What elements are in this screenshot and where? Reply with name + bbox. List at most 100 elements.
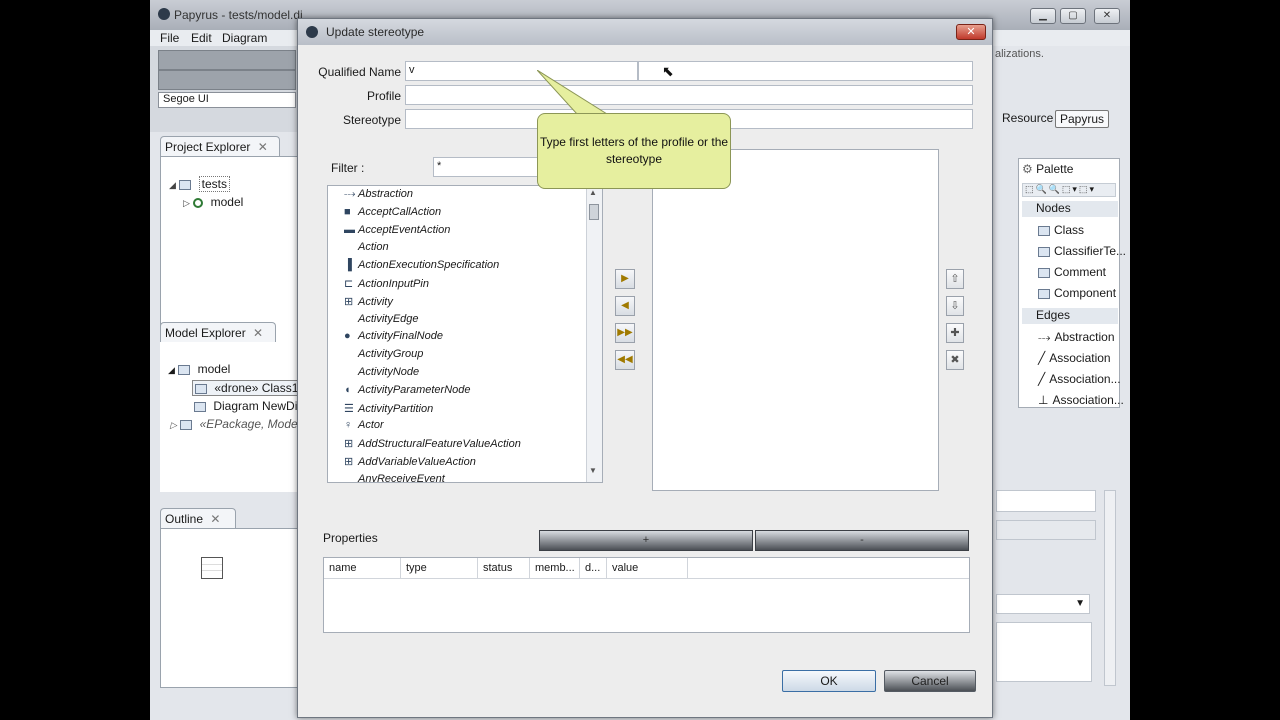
tree-item-epackage[interactable]: ▷ «EPackage, ModelLi <box>170 417 310 431</box>
hint-tooltip: Type first letters of the profile or the… <box>537 113 731 189</box>
tab-project-explorer[interactable]: Project Explorer ✕ <box>160 136 280 156</box>
column-header-value[interactable]: value <box>607 558 688 578</box>
add-selected-button[interactable]: ▶ <box>615 269 635 289</box>
collapse-arrow-icon[interactable]: ▷ <box>183 198 190 208</box>
list-scrollbar[interactable]: ▲ ▼ <box>586 186 602 482</box>
column-header-status[interactable]: status <box>478 558 530 578</box>
close-icon[interactable]: ✕ <box>253 326 263 340</box>
metaclass-icon: ● <box>344 330 351 343</box>
properties-table[interactable]: name type status memb... d... value <box>323 557 970 633</box>
palette-item-component[interactable]: Component <box>1038 286 1116 300</box>
close-icon[interactable]: ✕ <box>258 140 268 154</box>
font-combo[interactable]: Segoe UI <box>158 92 296 108</box>
list-item[interactable]: ⊞ AddStructuralFeatureValueAction <box>344 437 521 450</box>
background-hint-text: alizations. <box>995 48 1044 60</box>
selected-stereotypes-list[interactable] <box>652 149 939 491</box>
column-header-d[interactable]: d... <box>580 558 607 578</box>
list-item[interactable]: ⊏ ActionInputPin <box>344 277 429 290</box>
filter-label: Filter : <box>331 161 365 175</box>
scroll-up-arrow-icon[interactable]: ▲ <box>589 188 597 197</box>
ok-button[interactable]: OK <box>782 670 876 692</box>
list-item[interactable]: ● ActivityFinalNode <box>344 330 443 342</box>
tab-model-explorer[interactable]: Model Explorer ✕ <box>160 322 276 342</box>
perspective-resource[interactable]: Resource <box>998 110 1057 128</box>
list-item[interactable]: ⊞ AddVariableValueAction <box>344 455 476 468</box>
close-icon[interactable]: ✕ <box>210 512 220 526</box>
template-icon <box>1038 246 1050 257</box>
toolbar-row-2[interactable] <box>158 70 296 90</box>
minimize-button[interactable]: ▁ <box>1030 8 1056 24</box>
collapse-arrow-icon[interactable]: ▷ <box>170 420 177 430</box>
list-item[interactable]: ♀ Actor <box>344 419 384 431</box>
property-field-2[interactable] <box>996 520 1096 540</box>
dialog-close-button[interactable]: ✕ <box>956 24 986 40</box>
qualified-name-input-extension[interactable] <box>638 61 973 81</box>
list-item[interactable]: ▬ AcceptEventAction <box>344 224 450 236</box>
palette-item-classifier-template[interactable]: ClassifierTe... <box>1038 244 1126 258</box>
window-title: Papyrus - tests/model.di <box>174 8 303 22</box>
app-icon <box>158 8 170 20</box>
property-field-1[interactable] <box>996 490 1096 512</box>
remove-property-button[interactable]: - <box>755 530 969 551</box>
expand-arrow-icon[interactable]: ◢ <box>168 365 175 375</box>
dialog-title: Update stereotype <box>326 25 425 39</box>
list-item[interactable]: ◖ ActivityParameterNode <box>344 384 471 396</box>
scroll-thumb[interactable] <box>589 204 599 220</box>
menu-file[interactable]: File <box>160 31 179 45</box>
palette-item-association-3[interactable]: ⊥ Association... <box>1038 393 1124 407</box>
tree-item-class1[interactable]: «drone» Class1 <box>192 380 302 396</box>
profile-input[interactable] <box>405 85 973 105</box>
palette-item-association-2[interactable]: ╱ Association... <box>1038 372 1121 386</box>
list-item[interactable]: ⊞ Activity <box>344 295 393 308</box>
tree-item-model[interactable]: ▷ model <box>183 195 243 209</box>
remove-all-button[interactable]: ◀◀ <box>615 350 635 370</box>
create-button[interactable]: ✚ <box>946 323 964 343</box>
column-header-name[interactable]: name <box>324 558 401 578</box>
column-header-type[interactable]: type <box>401 558 478 578</box>
list-item-label: AddVariableValueAction <box>358 456 476 468</box>
list-item[interactable]: ActivityEdge <box>344 313 419 325</box>
list-item-label: ActivityNode <box>358 366 420 378</box>
add-property-button[interactable]: + <box>539 530 753 551</box>
list-item[interactable]: ▐ ActionExecutionSpecification <box>344 259 499 271</box>
remove-selected-button[interactable]: ◀ <box>615 296 635 316</box>
toolbar-row-1[interactable] <box>158 50 296 70</box>
perspective-papyrus[interactable]: Papyrus <box>1055 110 1110 128</box>
move-up-button[interactable]: ⇧ <box>946 269 964 289</box>
menu-edit[interactable]: Edit <box>191 31 212 45</box>
outline-thumbnail[interactable] <box>201 557 223 579</box>
palette-item-abstraction[interactable]: ⤏ Abstraction <box>1038 330 1115 345</box>
list-item[interactable]: ⤏ Abstraction <box>344 188 413 201</box>
palette-item-comment[interactable]: Comment <box>1038 265 1106 279</box>
metaclass-list[interactable]: AnyReceiveEvent ⊞ AddVariableValueAction ⊞ A… <box>327 185 603 483</box>
palette-drawer-edges[interactable]: Edges <box>1022 308 1118 324</box>
vertical-scrollbar[interactable] <box>1104 490 1116 686</box>
list-item[interactable]: AnyReceiveEvent <box>344 473 445 482</box>
palette-drawer-nodes[interactable]: Nodes <box>1022 201 1118 217</box>
tree-item-tests[interactable]: ◢ tests <box>169 176 230 192</box>
tree-item-model-root[interactable]: ◢ model <box>168 362 230 376</box>
property-combo[interactable]: ▼ <box>996 594 1090 614</box>
property-list[interactable] <box>996 622 1092 682</box>
list-item[interactable]: Action <box>344 241 389 253</box>
palette-toolbar[interactable]: ⬚🔍🔍⬚▾⬚▾ <box>1022 183 1116 197</box>
cancel-button[interactable]: Cancel <box>884 670 976 692</box>
column-header-members[interactable]: memb... <box>530 558 580 578</box>
expand-arrow-icon[interactable]: ◢ <box>169 180 176 190</box>
list-item[interactable]: ActivityNode <box>344 366 419 378</box>
palette-item-class[interactable]: Class <box>1038 223 1084 237</box>
scroll-down-arrow-icon[interactable]: ▼ <box>589 466 597 475</box>
delete-button[interactable]: ✖ <box>946 350 964 370</box>
add-all-button[interactable]: ▶▶ <box>615 323 635 343</box>
tab-outline[interactable]: Outline ✕ <box>160 508 236 528</box>
menu-diagram[interactable]: Diagram <box>222 31 267 45</box>
list-item[interactable]: ActivityGroup <box>344 348 423 360</box>
filter-input[interactable]: * <box>433 157 541 177</box>
palette-item-association[interactable]: ╱ Association <box>1038 351 1111 365</box>
move-down-button[interactable]: ⇩ <box>946 296 964 316</box>
list-item[interactable]: ☰ ActivityPartition <box>344 402 433 415</box>
list-item[interactable]: ■ AcceptCallAction <box>344 206 441 218</box>
tree-item-diagram[interactable]: Diagram NewDia <box>194 399 304 413</box>
maximize-button[interactable]: ▢ <box>1060 8 1086 24</box>
close-window-button[interactable]: ✕ <box>1094 8 1120 24</box>
